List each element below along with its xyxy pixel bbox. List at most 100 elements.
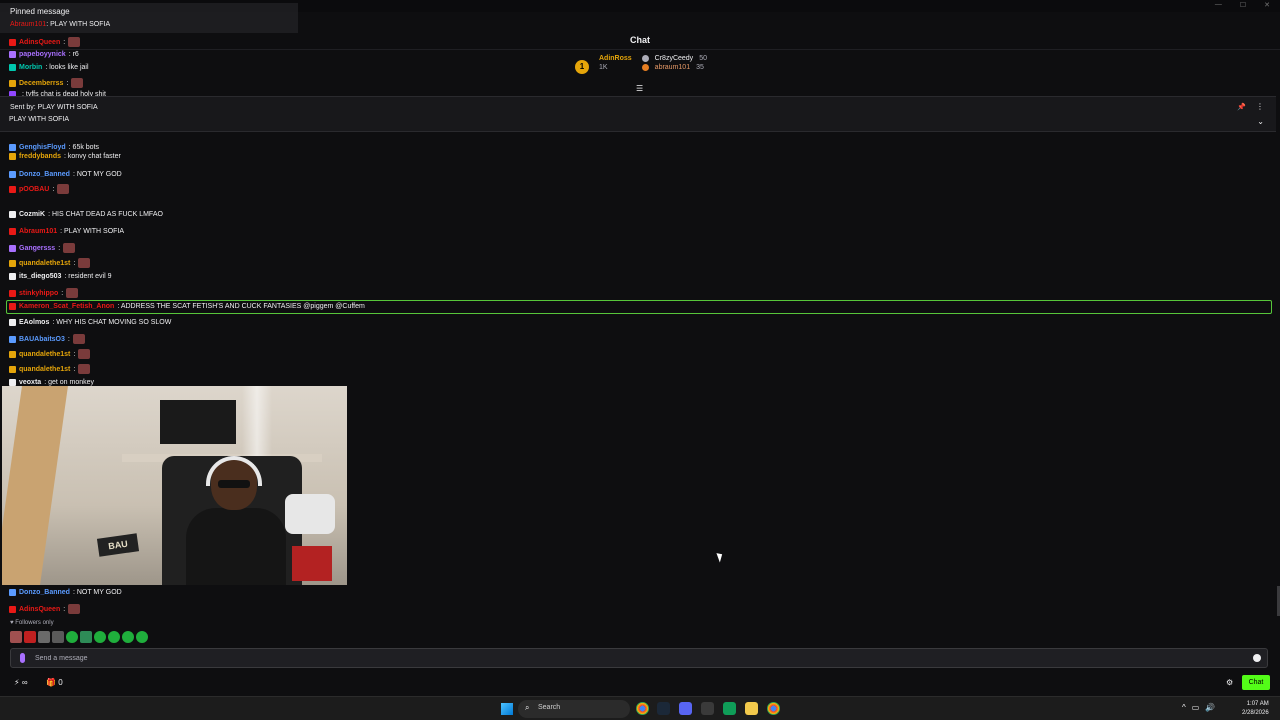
chat-username[interactable]: freddybands: [19, 153, 61, 160]
chrome-icon[interactable]: [636, 702, 649, 715]
clock-time: 1:07 AM: [1246, 701, 1269, 707]
chat-username[interactable]: GenghisFloyd: [19, 144, 66, 151]
chat-message-text: :: [73, 259, 76, 267]
chat-username[interactable]: AdinsQueen: [19, 39, 60, 46]
emote-button[interactable]: [52, 631, 64, 643]
file-explorer-icon[interactable]: [745, 702, 758, 715]
chat-username[interactable]: Decemberrss: [19, 80, 63, 87]
chat-message[interactable]: Donzo_Banned: NOT MY GOD: [9, 171, 122, 178]
chat-username[interactable]: quandalethe1st: [19, 351, 70, 358]
user-badge-icon: [9, 228, 16, 235]
chat-message-text: :: [52, 185, 55, 193]
chat-message[interactable]: Gangersss:: [9, 243, 76, 253]
chat-message[interactable]: Abraum101: PLAY WITH SOFIA: [9, 228, 124, 235]
taskbar-search[interactable]: ⌕ Search: [518, 700, 630, 718]
chat-username[interactable]: Donzo_Banned: [19, 171, 70, 178]
chat-username[interactable]: papeboyynick: [19, 51, 66, 58]
gear-icon[interactable]: ⚙: [1226, 678, 1233, 687]
emote-button[interactable]: [10, 631, 22, 643]
windows-start-icon[interactable]: [501, 703, 513, 715]
chat-message[interactable]: Donzo_Banned: NOT MY GOD: [9, 589, 122, 596]
chat-username[interactable]: quandalethe1st: [19, 366, 70, 373]
emote-button[interactable]: [108, 631, 120, 643]
chat-message[interactable]: Decemberrss:: [9, 78, 84, 88]
emote-image: [78, 258, 91, 268]
volume-icon[interactable]: 🔊: [1205, 703, 1215, 712]
chat-username[interactable]: EAolmos: [19, 319, 49, 326]
discord-icon[interactable]: [679, 702, 692, 715]
chat-message[interactable]: quandalethe1st:: [9, 349, 91, 359]
pinned-message-text: PLAY WITH SOFIA: [9, 116, 70, 123]
emote-button[interactable]: [38, 631, 50, 643]
clock-date: 2/28/2026: [1242, 710, 1269, 716]
chat-message-input[interactable]: [35, 652, 1235, 665]
chat-message[interactable]: quandalethe1st:: [9, 258, 91, 268]
app-icon[interactable]: [723, 702, 736, 715]
taskbar-clock[interactable]: 1:07 AM 2/28/2026: [1242, 700, 1269, 718]
emote-image: [78, 364, 91, 374]
chrome-icon[interactable]: [767, 702, 780, 715]
chat-username[interactable]: pOOBAU: [19, 186, 49, 193]
app-icon[interactable]: [701, 702, 714, 715]
chat-username[interactable]: AdinsQueen: [19, 606, 60, 613]
chat-message-text: : NOT MY GOD: [72, 171, 122, 178]
chat-message[interactable]: its_diego503: resident evil 9: [9, 273, 112, 280]
chevron-up-icon[interactable]: ^: [1182, 703, 1186, 712]
chat-username[interactable]: BAUAbaitsO3: [19, 336, 65, 343]
chat-username[interactable]: Morbin: [19, 64, 42, 71]
chat-username[interactable]: its_diego503: [19, 273, 61, 280]
network-icon[interactable]: ▭: [1192, 703, 1200, 712]
chat-username[interactable]: Gangersss: [19, 245, 55, 252]
chat-message-text: : ADDRESS THE SCAT FETISH'S AND CUCK FAN…: [117, 303, 365, 310]
chat-username[interactable]: quandalethe1st: [19, 260, 70, 267]
chat-input-box[interactable]: [10, 648, 1268, 668]
user-badge-icon: [9, 589, 16, 596]
steam-icon[interactable]: [657, 702, 670, 715]
chat-message[interactable]: papeboyynick: r6: [9, 51, 79, 58]
chat-message[interactable]: quandalethe1st:: [9, 364, 91, 374]
emote-button[interactable]: [94, 631, 106, 643]
chat-message[interactable]: AdinsQueen:: [9, 37, 81, 47]
chat-username[interactable]: Abraum101: [19, 228, 57, 235]
chevron-down-icon[interactable]: ⌄: [1257, 117, 1264, 126]
user-badge-icon: [9, 273, 16, 280]
user-badge-icon: [9, 350, 16, 358]
chat-message[interactable]: AdinsQueen:: [9, 604, 81, 614]
chat-message[interactable]: Morbin: looks like jail: [9, 64, 89, 71]
chat-username[interactable]: stinkyhippo: [19, 290, 58, 297]
emoji-picker-icon[interactable]: [1253, 654, 1261, 662]
chat-message[interactable]: Kameron_Scat_Fetish_Anon: ADDRESS THE SC…: [9, 303, 365, 310]
chat-message-text: : PLAY WITH SOFIA: [60, 228, 125, 235]
channel-points[interactable]: ⚡ ∞: [14, 678, 28, 687]
pinned-sent-by-label: Sent by:: [10, 104, 36, 111]
chat-username[interactable]: Kameron_Scat_Fetish_Anon: [19, 303, 114, 310]
chat-message[interactable]: veoxta: get on monkey: [9, 379, 94, 386]
pin-icon[interactable]: 📌: [1237, 103, 1246, 111]
user-badge-icon: [9, 79, 16, 87]
chat-username[interactable]: CozmiK: [19, 211, 45, 218]
user-badge-icon: [9, 144, 16, 151]
chat-username[interactable]: veoxta: [19, 379, 41, 386]
chat-message[interactable]: EAolmos: WHY HIS CHAT MOVING SO SLOW: [9, 319, 171, 326]
chat-message[interactable]: freddybands: konvy chat faster: [9, 153, 121, 160]
more-options-icon[interactable]: ⋮: [1256, 102, 1264, 111]
cam-tv: [160, 400, 236, 444]
emote-image: [63, 243, 76, 253]
chat-message-text: :: [63, 605, 66, 613]
chat-username[interactable]: Donzo_Banned: [19, 589, 70, 596]
chat-message[interactable]: stinkyhippo:: [9, 288, 79, 298]
emote-button[interactable]: [122, 631, 134, 643]
emote-button[interactable]: [66, 631, 78, 643]
emote-button[interactable]: [136, 631, 148, 643]
emote-button[interactable]: [80, 631, 92, 643]
chat-message-text: :: [67, 335, 70, 343]
emote-button[interactable]: [24, 631, 36, 643]
mic-icon[interactable]: [20, 653, 25, 663]
gift-counter[interactable]: 🎁 0: [46, 678, 63, 687]
chat-message-text: : HIS CHAT DEAD AS FUCK LMFAO: [48, 211, 163, 218]
chat-message[interactable]: BAUAbaitsO3:: [9, 334, 85, 344]
chat-message[interactable]: CozmiK: HIS CHAT DEAD AS FUCK LMFAO: [9, 211, 163, 218]
chat-message[interactable]: GenghisFloyd: 65k bots: [9, 144, 99, 151]
send-chat-button[interactable]: Chat: [1242, 675, 1270, 690]
chat-message[interactable]: pOOBAU:: [9, 184, 70, 194]
